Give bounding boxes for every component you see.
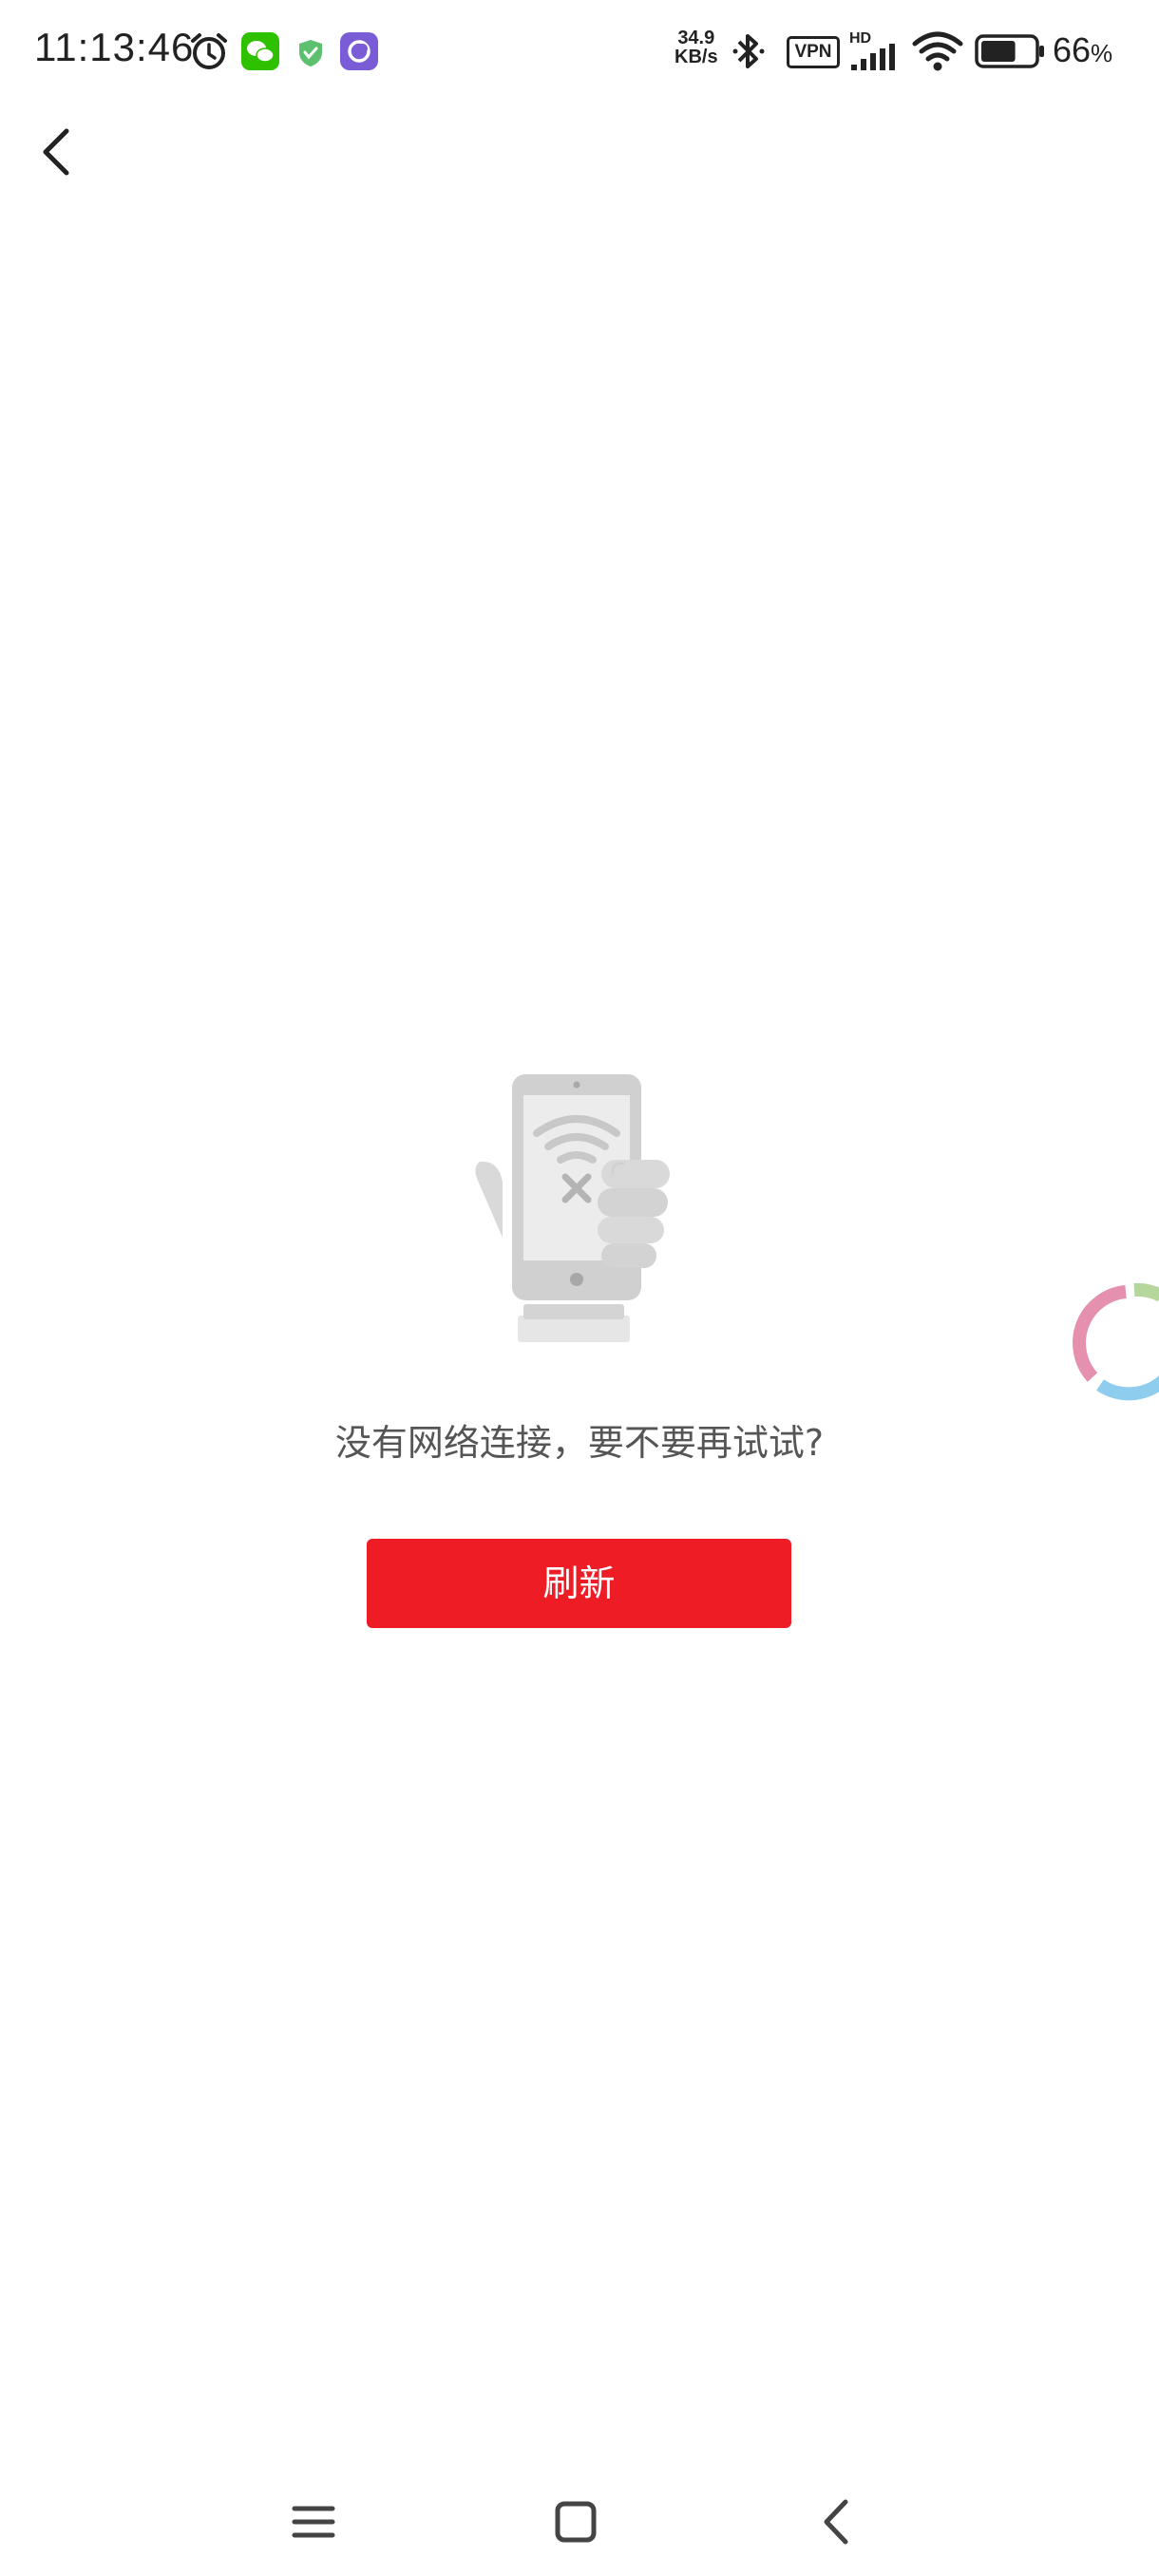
battery-icon — [975, 34, 1044, 68]
nav-back-button[interactable] — [800, 2489, 876, 2555]
home-icon — [555, 2501, 597, 2543]
status-bar: 11:13:46 34.9 KB/s VPN HD 66% — [0, 0, 1159, 104]
alarm-icon — [191, 33, 227, 69]
battery-percent: 66% — [1053, 30, 1112, 70]
nav-menu-button[interactable] — [276, 2489, 352, 2555]
nav-home-button[interactable] — [538, 2489, 614, 2555]
loading-spinner-icon[interactable] — [1045, 1263, 1159, 1406]
shield-icon — [299, 40, 322, 66]
back-arrow-icon — [43, 128, 69, 176]
no-network-phone-illustration — [475, 1074, 670, 1342]
wechat-icon — [241, 32, 279, 70]
refresh-button[interactable]: 刷新 — [367, 1539, 791, 1628]
vpn-badge: VPN — [787, 36, 840, 68]
no-network-message: 没有网络连接，要不要再试试? — [334, 1422, 825, 1464]
net-speed-value: 34.9 — [677, 28, 715, 48]
wifi-icon — [912, 31, 963, 71]
status-time: 11:13:46 — [34, 25, 195, 69]
app-moon-icon — [340, 32, 378, 70]
back-button[interactable] — [28, 114, 89, 190]
bluetooth-icon — [732, 34, 765, 68]
menu-icon — [292, 2506, 335, 2538]
battery-percent-value: 66 — [1053, 30, 1092, 69]
net-speed: 34.9 KB/s — [674, 28, 718, 66]
nav-bar — [0, 2470, 1159, 2576]
battery-percent-unit: % — [1091, 39, 1113, 67]
signal-icon — [851, 44, 895, 70]
net-speed-unit: KB/s — [674, 47, 718, 67]
back-icon — [824, 2499, 848, 2545]
